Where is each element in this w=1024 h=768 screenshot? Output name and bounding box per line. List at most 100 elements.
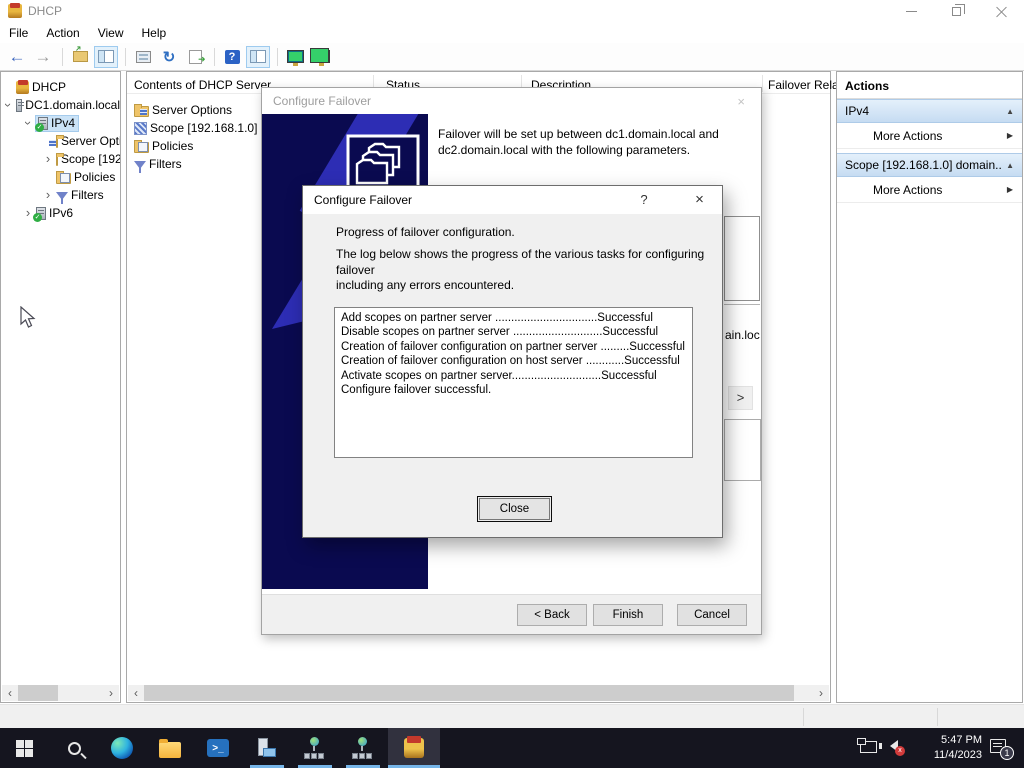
properties-icon xyxy=(136,51,151,63)
restore-button[interactable] xyxy=(934,0,979,22)
show-console-tree-button[interactable] xyxy=(94,46,118,68)
finish-button[interactable]: Finish xyxy=(593,604,663,626)
menu-view[interactable]: View xyxy=(89,24,133,42)
check-badge-icon: ✓ xyxy=(33,213,42,222)
wizard-button-bar: < Back Finish Cancel xyxy=(262,594,761,634)
wizard-expand-button-fragment[interactable]: > xyxy=(728,386,753,410)
ipv6-server-icon: ✓ xyxy=(36,207,46,220)
tree-item-filters[interactable]: › Filters xyxy=(1,186,120,204)
server-options-icon xyxy=(56,137,58,148)
refresh-button[interactable]: ↻ xyxy=(157,46,181,68)
taskbar-server-manager-button[interactable] xyxy=(254,736,278,760)
menu-help[interactable]: Help xyxy=(133,24,176,42)
progress-lead-text: Progress of failover configuration. xyxy=(336,225,515,239)
wizard-title-bar: Configure Failover × xyxy=(262,88,761,114)
taskbar-ad-console-button[interactable] xyxy=(302,736,326,760)
close-dialog-button[interactable]: Close xyxy=(477,496,552,522)
expander-expanded-icon[interactable]: › xyxy=(22,116,34,130)
minimize-button[interactable] xyxy=(889,0,934,22)
taskbar-edge-button[interactable] xyxy=(110,736,134,760)
menu-action[interactable]: Action xyxy=(37,24,88,42)
scroll-left-icon[interactable]: ‹ xyxy=(2,685,18,701)
mouse-cursor xyxy=(20,306,38,330)
expander-collapsed-icon[interactable]: › xyxy=(41,189,55,201)
expander-expanded-icon[interactable]: › xyxy=(2,98,14,112)
tree-item-dhcp-root[interactable]: DHCP xyxy=(1,78,120,96)
network-status-icon[interactable] xyxy=(860,741,877,753)
toolbar-separator xyxy=(125,48,126,66)
tree-item-server-dc1[interactable]: › DC1.domain.local xyxy=(1,96,120,114)
tree-label: DC1.domain.local xyxy=(25,98,120,112)
monitors-icon xyxy=(313,50,330,63)
back-icon: ← xyxy=(9,47,26,67)
wizard-close-icon[interactable]: × xyxy=(737,94,745,109)
scope-folder-icon xyxy=(56,155,58,166)
more-actions-label: More Actions xyxy=(873,183,1007,197)
taskbar-file-explorer-button[interactable] xyxy=(158,736,182,760)
toolbar: ← → ↻ ? xyxy=(0,43,1024,71)
help-icon: ? xyxy=(225,50,240,64)
tree-item-ipv6[interactable]: › ✓ IPv6 xyxy=(1,204,120,222)
wizard-groupbox-edge-fragment xyxy=(724,304,760,305)
scroll-right-icon[interactable]: › xyxy=(813,685,829,701)
results-horizontal-scrollbar[interactable]: ‹ › xyxy=(128,685,829,701)
tree-label: Filters xyxy=(71,188,104,202)
tree-item-ipv4[interactable]: › ✓ IPv4 xyxy=(1,114,120,132)
close-button[interactable] xyxy=(979,0,1024,22)
taskbar-dhcp-console-button[interactable] xyxy=(388,728,440,768)
menu-file[interactable]: File xyxy=(0,24,37,42)
taskbar-search-button[interactable] xyxy=(62,736,86,760)
forward-icon: → xyxy=(35,47,52,67)
wizard-title: Configure Failover xyxy=(273,94,371,108)
cancel-button[interactable]: Cancel xyxy=(677,604,747,626)
forward-button[interactable]: → xyxy=(31,46,55,68)
column-contents[interactable]: Contents of DHCP Server xyxy=(134,78,271,92)
tree-horizontal-scrollbar[interactable]: ‹ › xyxy=(2,685,119,701)
dialog-help-button[interactable]: ? xyxy=(626,186,662,214)
list-label: Filters xyxy=(149,157,182,171)
dialog-close-button[interactable]: × xyxy=(677,186,722,214)
refresh-icon: ↻ xyxy=(163,48,176,66)
volume-muted-icon[interactable]: x xyxy=(888,740,898,752)
tree-item-scope[interactable]: › Scope [192.168.1.0] domain.local xyxy=(1,150,120,168)
tree-label: Server Options xyxy=(61,134,120,148)
properties-button[interactable] xyxy=(131,46,155,68)
tree-item-server-options[interactable]: Server Options xyxy=(1,132,120,150)
minimize-icon xyxy=(906,11,917,12)
back-wizard-button[interactable]: < Back xyxy=(517,604,587,626)
server-icon xyxy=(16,99,22,112)
display-servers-button[interactable] xyxy=(309,46,333,68)
powershell-icon: >_ xyxy=(207,739,229,757)
scrollbar-thumb[interactable] xyxy=(18,685,58,701)
display-statistics-button[interactable] xyxy=(283,46,307,68)
tree-item-policies[interactable]: Policies xyxy=(1,168,120,186)
back-button[interactable]: ← xyxy=(5,46,29,68)
scrollbar-thumb[interactable] xyxy=(144,685,794,701)
expander-collapsed-icon[interactable]: › xyxy=(41,153,55,165)
log-line: Disable scopes on partner server .......… xyxy=(341,325,686,339)
wizard-intro-text: Failover will be set up between dc1.doma… xyxy=(438,126,750,158)
actions-section-ipv4[interactable]: IPv4 ▲ xyxy=(837,99,1022,123)
taskbar-dns-console-button[interactable] xyxy=(350,736,374,760)
collapse-icon[interactable]: ▲ xyxy=(1006,161,1014,170)
help-button[interactable]: ? xyxy=(220,46,244,68)
failover-log-box[interactable]: Add scopes on partner server ...........… xyxy=(334,307,693,458)
scroll-left-icon[interactable]: ‹ xyxy=(128,685,144,701)
ipv4-more-actions[interactable]: More Actions ▶ xyxy=(837,123,1022,149)
start-button[interactable] xyxy=(12,736,36,760)
section-title: IPv4 xyxy=(845,104,1002,118)
tree-label: IPv6 xyxy=(49,206,73,220)
scroll-right-icon[interactable]: › xyxy=(103,685,119,701)
up-one-level-button[interactable] xyxy=(68,46,92,68)
windows-logo-icon xyxy=(16,740,33,757)
scope-more-actions[interactable]: More Actions ▶ xyxy=(837,177,1022,203)
ipv4-server-icon: ✓ xyxy=(38,117,48,130)
actions-section-scope[interactable]: Scope [192.168.1.0] domain... ▲ xyxy=(837,153,1022,177)
dhcp-app-icon xyxy=(8,4,22,18)
collapse-icon[interactable]: ▲ xyxy=(1006,107,1014,116)
taskbar-clock[interactable]: 5:47 PM 11/4/2023 xyxy=(906,733,982,763)
server-manager-icon xyxy=(256,738,276,758)
export-list-button[interactable] xyxy=(183,46,207,68)
taskbar-powershell-button[interactable]: >_ xyxy=(206,736,230,760)
show-action-pane-button[interactable] xyxy=(246,46,270,68)
